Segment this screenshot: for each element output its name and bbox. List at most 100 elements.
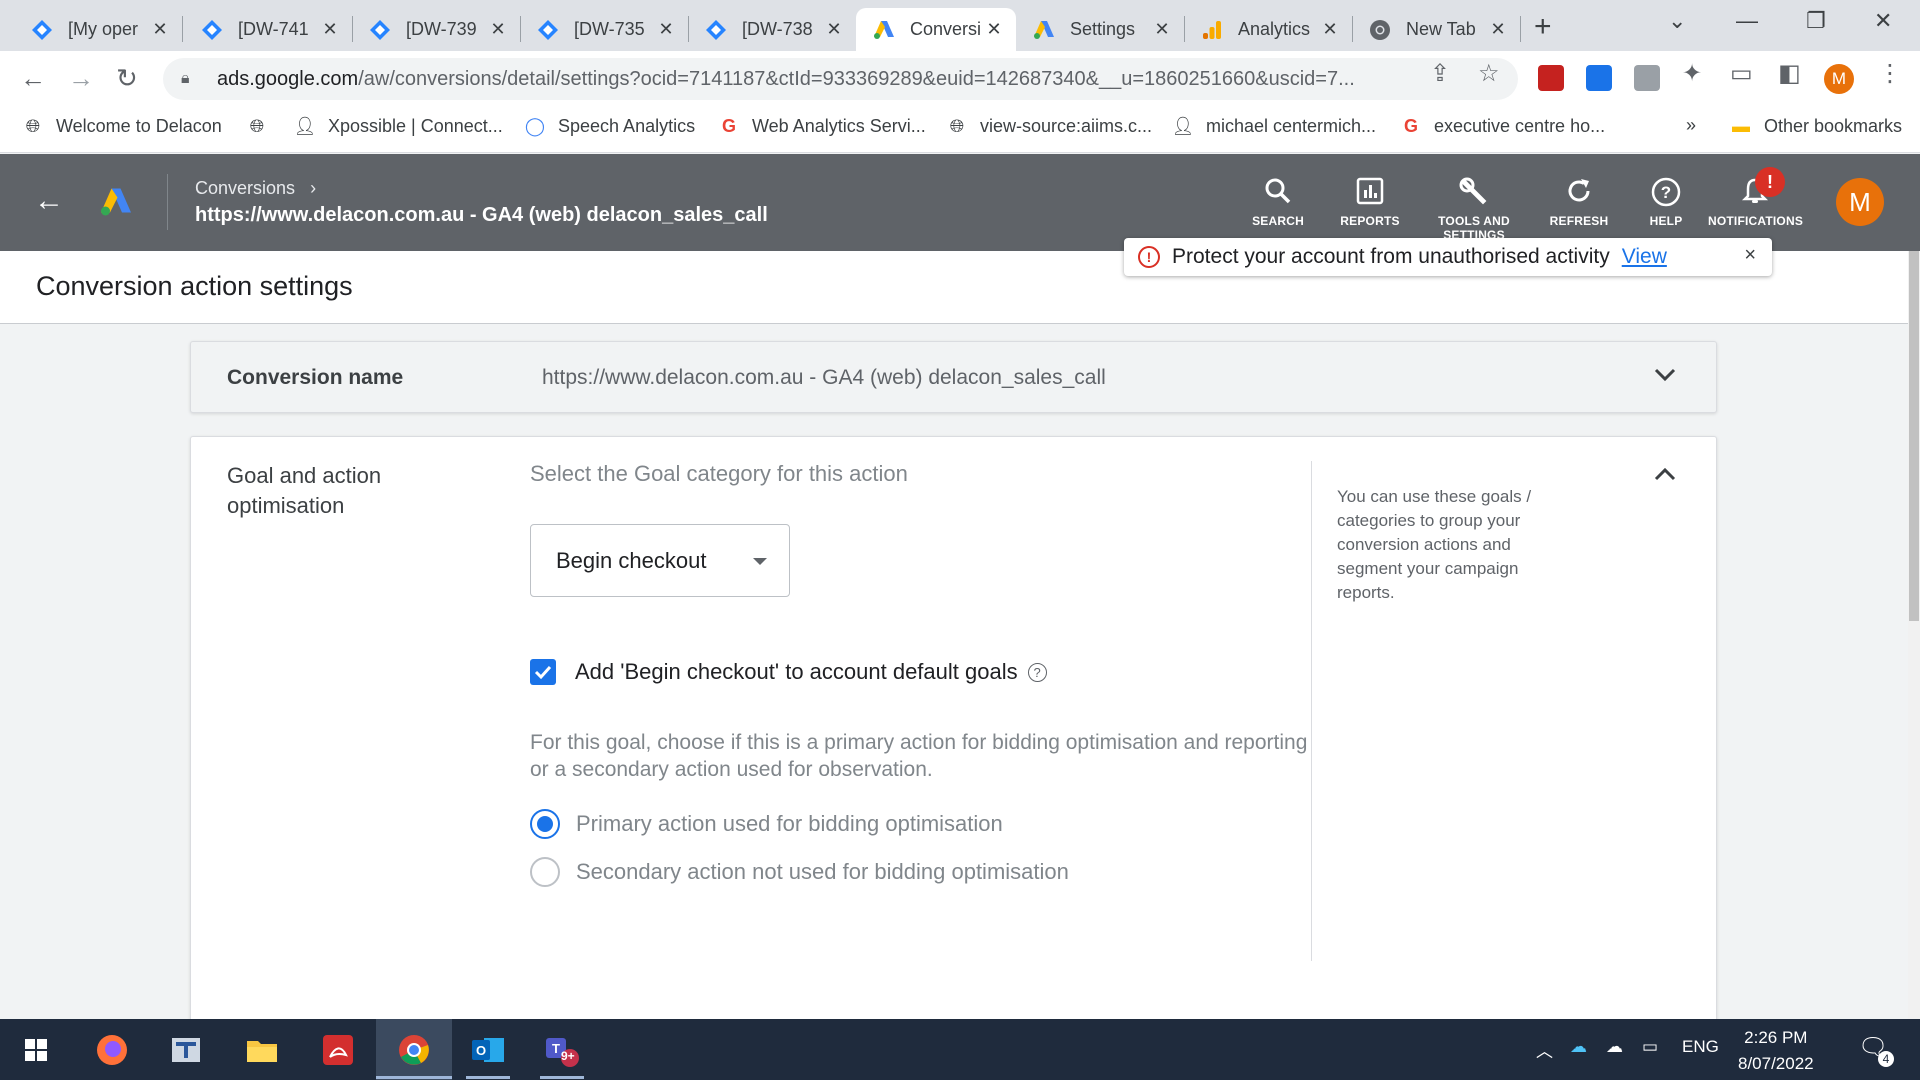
tab-close-icon[interactable]: ✕: [320, 19, 340, 40]
reports-label: REPORTS: [1340, 214, 1400, 228]
search-button[interactable]: SEARCH: [1250, 176, 1306, 228]
menu-dots-icon[interactable]: ⋮: [1878, 59, 1902, 88]
acrobat-icon[interactable]: [316, 1028, 360, 1072]
browser-tab[interactable]: [My oper ✕: [14, 8, 182, 51]
side-panel-icon[interactable]: ◧: [1778, 59, 1801, 88]
primary-action-option[interactable]: Primary action used for bidding optimisa…: [530, 809, 1003, 839]
bookmark-item[interactable]: G Web Analytics Servi...: [718, 115, 926, 137]
bookmark-item[interactable]: 👤︎ michael centermich...: [1172, 115, 1376, 137]
bookmark-label: Web Analytics Servi...: [752, 115, 926, 136]
language-indicator[interactable]: ENG: [1682, 1037, 1719, 1057]
primary-action-radio[interactable]: [530, 809, 560, 839]
restore-icon[interactable]: ❐: [1806, 8, 1826, 34]
other-bookmarks[interactable]: ▬ Other bookmarks: [1730, 115, 1902, 137]
default-goals-checkbox[interactable]: [530, 659, 556, 685]
tab-close-icon[interactable]: ✕: [150, 19, 170, 40]
battery-icon[interactable]: ▭: [1642, 1037, 1658, 1057]
tab-close-icon[interactable]: ✕: [1488, 19, 1508, 40]
bookmark-item[interactable]: 🌐︎ Welcome to Delacon: [22, 115, 222, 137]
tab-search-icon[interactable]: ⌄: [1668, 8, 1686, 34]
bookmark-item[interactable]: 🌐︎ view-source:aiims.c...: [946, 115, 1152, 137]
conversion-name-section[interactable]: Conversion name https://www.delacon.com.…: [190, 341, 1717, 413]
browser-tab[interactable]: [DW-738 ✕: [688, 8, 856, 51]
bookmark-item[interactable]: 🌐︎: [246, 115, 280, 137]
close-window-icon[interactable]: ✕: [1874, 8, 1892, 34]
tab-close-icon[interactable]: ✕: [984, 19, 1004, 40]
new-tab-button[interactable]: +: [1534, 10, 1552, 44]
close-icon[interactable]: ×: [1744, 244, 1756, 267]
browser-tab[interactable]: [DW-735 ✕: [520, 8, 688, 51]
refresh-button[interactable]: REFRESH: [1548, 176, 1610, 228]
profile-avatar[interactable]: M: [1824, 64, 1854, 94]
chevron-down-icon[interactable]: [1652, 362, 1678, 388]
help-button[interactable]: ? HELP: [1646, 176, 1686, 228]
chrome-icon[interactable]: [376, 1019, 452, 1080]
search-icon: [1250, 176, 1306, 214]
puzzle-extensions-icon[interactable]: ✦: [1682, 59, 1702, 88]
cast-icon[interactable]: ▭: [1730, 59, 1753, 88]
firefox-icon[interactable]: [90, 1028, 134, 1072]
tab-close-icon[interactable]: ✕: [824, 19, 844, 40]
windows-start-icon[interactable]: [14, 1028, 58, 1072]
onedrive-icon[interactable]: ☁: [1570, 1037, 1587, 1057]
address-bar[interactable]: 🔒︎ ads.google.com/aw/conversions/detail/…: [163, 58, 1518, 100]
forward-icon[interactable]: →: [68, 63, 94, 94]
goal-category-select[interactable]: Begin checkout: [530, 524, 790, 597]
teams-icon[interactable]: T 9+: [540, 1028, 584, 1072]
account-avatar[interactable]: M: [1836, 178, 1884, 226]
cloud-icon[interactable]: ☁: [1606, 1037, 1623, 1057]
default-goals-checkbox-row[interactable]: Add 'Begin checkout' to account default …: [530, 659, 1047, 685]
tab-close-icon[interactable]: ✕: [1152, 19, 1172, 40]
browser-tab-active[interactable]: Conversi ✕: [856, 8, 1016, 51]
tab-close-icon[interactable]: ✕: [1320, 19, 1340, 40]
browser-tab[interactable]: Settings ✕: [1016, 8, 1184, 51]
help-label: HELP: [1649, 214, 1683, 228]
notification-badge: !: [1755, 167, 1785, 197]
secondary-action-radio[interactable]: [530, 857, 560, 887]
bookmark-item[interactable]: G executive centre ho...: [1400, 115, 1605, 137]
url-path: /aw/conversions/detail/settings?ocid=714…: [358, 67, 1355, 90]
tab-title: New Tab: [1406, 19, 1476, 39]
tab-title: [DW-735: [574, 19, 645, 39]
minimize-icon[interactable]: —: [1736, 8, 1758, 34]
back-arrow-icon[interactable]: ←: [34, 184, 64, 218]
secondary-action-option[interactable]: Secondary action not used for bidding op…: [530, 857, 1069, 887]
bookmarks-overflow-icon[interactable]: »: [1686, 115, 1696, 136]
extension-icon[interactable]: [1634, 65, 1660, 91]
extension-icon[interactable]: [1586, 65, 1612, 91]
outlook-icon[interactable]: O: [466, 1028, 510, 1072]
chevron-up-icon[interactable]: [1652, 461, 1678, 487]
system-clock[interactable]: 2:26 PM 8/07/2022: [1738, 1025, 1814, 1077]
file-explorer-icon[interactable]: [240, 1028, 284, 1072]
browser-tab[interactable]: [DW-739 ✕: [352, 8, 520, 51]
bookmark-star-icon[interactable]: ☆: [1478, 59, 1500, 88]
page-title: Conversion action settings: [36, 271, 353, 301]
tray-overflow-icon[interactable]: ︿: [1536, 1037, 1553, 1062]
tab-title: [DW-738: [742, 19, 813, 39]
google-ads-logo[interactable]: [98, 184, 134, 220]
back-icon[interactable]: ←: [20, 63, 46, 94]
browser-tab[interactable]: [DW-741 ✕: [184, 8, 352, 51]
secondary-action-label: Secondary action not used for bidding op…: [576, 859, 1069, 884]
breadcrumb[interactable]: Conversions ›: [195, 178, 316, 199]
share-icon[interactable]: ⇪: [1430, 59, 1450, 88]
alert-view-link[interactable]: View: [1622, 245, 1667, 269]
app-icon[interactable]: [164, 1028, 208, 1072]
reload-icon[interactable]: ↻: [116, 63, 138, 94]
refresh-icon: [1548, 176, 1610, 214]
tab-close-icon[interactable]: ✕: [488, 19, 508, 40]
other-bookmarks-label: Other bookmarks: [1764, 115, 1903, 136]
security-alert: ! Protect your account from unauthorised…: [1124, 238, 1772, 276]
bookmark-item[interactable]: 👤︎ Xpossible | Connect...: [294, 115, 503, 137]
conversion-name-label: Conversion name: [227, 366, 404, 389]
tools-and-settings-button[interactable]: TOOLS AND SETTINGS: [1436, 176, 1512, 238]
acrobat-extension-icon[interactable]: [1538, 65, 1564, 91]
tab-title: Analytics: [1238, 19, 1311, 39]
bookmark-item[interactable]: ◯ Speech Analytics: [524, 115, 695, 137]
browser-tab[interactable]: New Tab ✕: [1352, 8, 1520, 51]
help-icon[interactable]: ?: [1027, 662, 1047, 682]
browser-tab[interactable]: Analytics ✕: [1184, 8, 1352, 51]
tab-close-icon[interactable]: ✕: [656, 19, 676, 40]
reports-button[interactable]: REPORTS: [1340, 176, 1400, 228]
scrollbar-thumb[interactable]: [1909, 251, 1919, 621]
